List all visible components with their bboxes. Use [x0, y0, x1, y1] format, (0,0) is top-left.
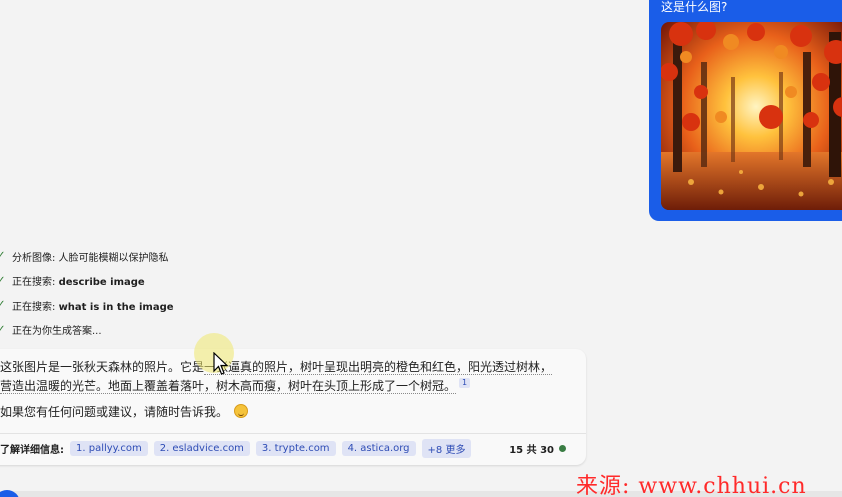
user-question-text: 这是什么图? [661, 0, 728, 14]
check-icon: ✓ [0, 274, 6, 286]
progress-step: ✓ 分析图像: 人脸可能模糊以保护隐私 [0, 244, 174, 269]
source-link[interactable]: 2. esladvice.com [153, 440, 250, 456]
answer-card: 这张图片是一张秋天森林的照片。它是一张逼真的照片，树叶呈现出明亮的橙色和红色，阳… [0, 349, 586, 465]
autumn-forest-image[interactable] [661, 22, 842, 210]
source-link[interactable]: 1. pallyy.com [70, 440, 148, 456]
response-counter: 15 共 30 [509, 441, 566, 456]
check-icon: ✓ [0, 250, 6, 262]
progress-step: ✓ 正在搜索: what is in the image [0, 293, 174, 318]
watermark-text: 来源: www.chhui.cn [576, 474, 807, 497]
check-icon: ✓ [0, 299, 6, 311]
smile-emoji-icon [234, 404, 249, 418]
check-icon: ✓ [0, 323, 6, 335]
more-sources-button[interactable]: +8 更多 [421, 438, 472, 458]
user-message-bubble: 这是什么图? [649, 0, 842, 221]
progress-steps: ✓ 分析图像: 人脸可能模糊以保护隐私 ✓ 正在搜索: describe ima… [0, 244, 174, 342]
divider [0, 433, 586, 434]
progress-step: ✓ 正在为你生成答案... [0, 318, 174, 343]
source-link[interactable]: 3. trypte.com [255, 440, 336, 456]
followup-text: 如果您有任何问题或建议，请随时告诉我。 [0, 403, 249, 420]
status-dot-icon [559, 445, 566, 452]
progress-step: ✓ 正在搜索: describe image [0, 269, 174, 294]
learn-more-bar: 了解详细信息: 1. pallyy.com 2. esladvice.com 3… [0, 438, 576, 458]
answer-paragraph: 这张图片是一张秋天森林的照片。它是一张逼真的照片，树叶呈现出明亮的橙色和红色，阳… [0, 360, 553, 394]
source-link[interactable]: 4. astica.org [341, 440, 416, 456]
citation-marker[interactable]: 1 [459, 378, 471, 388]
mouse-cursor-icon [213, 352, 229, 375]
learn-more-label: 了解详细信息: [0, 444, 64, 456]
